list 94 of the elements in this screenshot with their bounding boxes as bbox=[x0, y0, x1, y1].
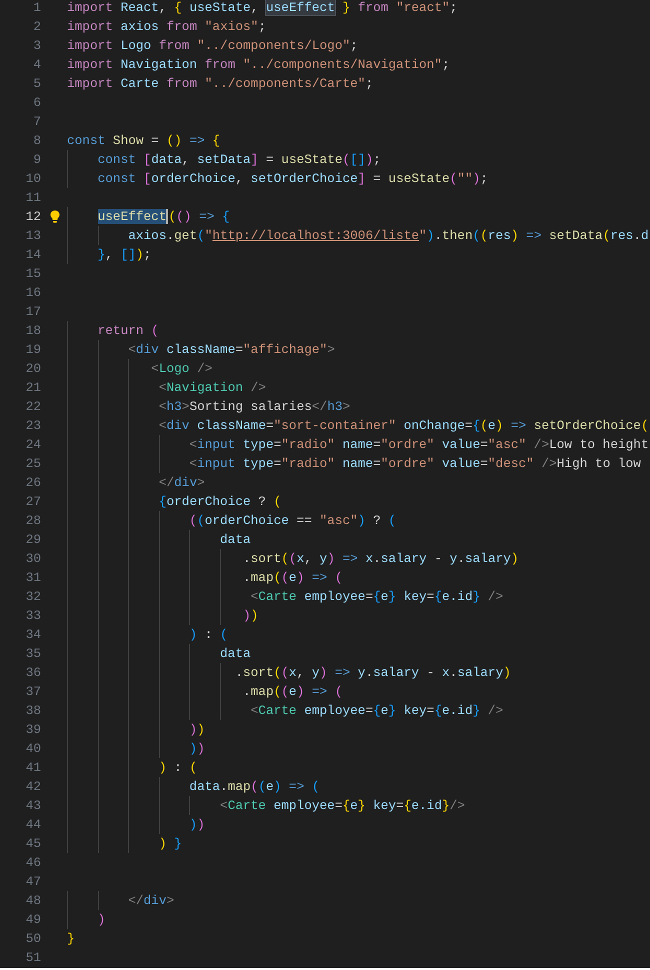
line-number: 50 bbox=[24, 930, 41, 948]
line-number: 13 bbox=[24, 226, 41, 245]
line-number: 47 bbox=[24, 872, 41, 891]
code-line: )) bbox=[242, 606, 258, 625]
line-number: 4 bbox=[32, 56, 41, 74]
code-line: <input type="radio" name="ordre" value="desc" />High to low bbox=[189, 454, 641, 473]
line-number: 20 bbox=[24, 360, 41, 378]
line-number: 23 bbox=[24, 416, 41, 435]
line-number: 19 bbox=[24, 340, 41, 359]
code-line: ) : ( bbox=[189, 626, 228, 644]
code-line: <Carte employee={e} key={e.id} /> bbox=[250, 702, 504, 720]
code-line: const Show = () => { bbox=[67, 132, 220, 150]
line-number: 3 bbox=[32, 36, 41, 55]
line-number: 43 bbox=[24, 796, 41, 815]
line-number: 9 bbox=[32, 150, 41, 169]
line-number: 35 bbox=[24, 644, 41, 663]
line-number: 25 bbox=[24, 454, 41, 473]
line-number: 18 bbox=[24, 322, 41, 340]
code-line: .sort((x, y) => y.salary - x.salary) bbox=[235, 664, 511, 682]
line-number: 5 bbox=[32, 74, 41, 93]
code-line: )) bbox=[189, 740, 205, 758]
line-number: 38 bbox=[24, 702, 41, 720]
line-number: 45 bbox=[24, 834, 41, 853]
line-number: 27 bbox=[24, 492, 41, 511]
line-number: 37 bbox=[24, 682, 41, 701]
line-number: 6 bbox=[32, 94, 41, 112]
line-number: 7 bbox=[32, 112, 41, 131]
code-line: ) : ( bbox=[158, 758, 198, 777]
code-line: .map((e) => ( bbox=[242, 568, 343, 587]
line-number: 32 bbox=[24, 588, 41, 606]
code-line: }, []); bbox=[98, 246, 152, 264]
line-number: 8 bbox=[32, 132, 41, 150]
line-number: 10 bbox=[24, 170, 41, 188]
line-number: 33 bbox=[24, 606, 41, 625]
code-line: data bbox=[220, 644, 251, 663]
line-number: 16 bbox=[24, 284, 41, 302]
lightbulb-icon[interactable] bbox=[50, 210, 60, 224]
line-number: 17 bbox=[24, 302, 41, 321]
line-number: 48 bbox=[24, 892, 41, 910]
code-line: const [orderChoice, setOrderChoice] = useState(""); bbox=[98, 170, 488, 188]
code-line: <div className="affichage"> bbox=[128, 340, 335, 359]
code-line: </div> bbox=[128, 892, 174, 910]
line-number: 24 bbox=[24, 436, 41, 454]
code-line: import React, { useState, useEffect } from "react"; bbox=[67, 0, 458, 17]
line-number: 49 bbox=[24, 910, 41, 929]
line-number: 31 bbox=[24, 568, 41, 587]
line-number: 21 bbox=[24, 378, 41, 397]
code-line: data.map((e) => ( bbox=[189, 778, 320, 796]
line-number: 46 bbox=[24, 854, 41, 872]
code-line: <input type="radio" name="ordre" value="asc" />Low to height bbox=[189, 436, 649, 454]
code-line: import Navigation from "../components/Navigation"; bbox=[67, 56, 450, 74]
line-number: 15 bbox=[24, 264, 41, 283]
line-number: 36 bbox=[24, 664, 41, 682]
code-line: import Logo from "../components/Logo"; bbox=[67, 36, 358, 55]
line-number: 26 bbox=[24, 474, 41, 492]
line-number: 22 bbox=[24, 398, 41, 416]
line-number: 44 bbox=[24, 816, 41, 834]
code-line: <Carte employee={e} key={e.id} /> bbox=[250, 588, 504, 606]
code-line: )) bbox=[189, 816, 205, 834]
line-number: 29 bbox=[24, 530, 41, 549]
code-line: </div> bbox=[158, 474, 205, 492]
code-line: <Logo /> bbox=[151, 360, 212, 378]
line-number: 40 bbox=[24, 740, 41, 758]
line-number: 14 bbox=[24, 246, 41, 264]
code-line: import Carte from "../components/Carte"; bbox=[67, 74, 374, 93]
line-number: 51 bbox=[24, 948, 41, 967]
code-line: <div className="sort-container" onChange={(e) => setOrderChoice( bbox=[158, 416, 649, 435]
line-number: 41 bbox=[24, 758, 41, 777]
code-line: } bbox=[67, 930, 75, 948]
line-number: 11 bbox=[24, 188, 41, 207]
code-line: data bbox=[220, 530, 251, 549]
line-number: 42 bbox=[24, 778, 41, 796]
line-number: 2 bbox=[32, 18, 41, 36]
code-line: useEffect(() => { bbox=[98, 208, 230, 226]
code-line: import axios from "axios"; bbox=[67, 18, 266, 36]
code-line: .map((e) => ( bbox=[242, 682, 343, 701]
code-line: <Carte employee={e} key={e.id}/> bbox=[220, 796, 465, 815]
code-line: <h3>Sorting salaries</h3> bbox=[158, 398, 350, 416]
code-line: ((orderChoice == "asc") ? ( bbox=[189, 512, 396, 530]
line-number: 28 bbox=[24, 512, 41, 530]
code-line: ) bbox=[98, 910, 106, 929]
code-line: .sort((x, y) => x.salary - y.salary) bbox=[242, 550, 519, 568]
code-line: ) } bbox=[158, 834, 182, 853]
code-line: <Navigation /> bbox=[158, 378, 266, 397]
code-line: return ( bbox=[98, 322, 159, 340]
line-number: 12 bbox=[24, 208, 41, 226]
line-number: 39 bbox=[24, 720, 41, 739]
code-line: )) bbox=[189, 720, 205, 739]
code-line: {orderChoice ? ( bbox=[158, 492, 282, 511]
code-line: axios.get("http://localhost:3006/liste").then((res) => setData(res.d bbox=[128, 226, 649, 245]
line-number: 1 bbox=[32, 0, 41, 17]
line-number: 30 bbox=[24, 550, 41, 568]
code-line: const [data, setData] = useState([]); bbox=[98, 150, 381, 169]
line-number: 34 bbox=[24, 626, 41, 644]
